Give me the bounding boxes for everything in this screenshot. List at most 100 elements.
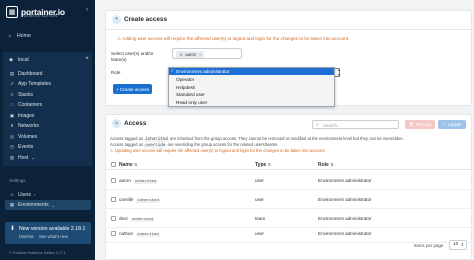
sidebar-item-host[interactable]: ▥ Host ⌄ [9, 153, 35, 162]
chevron-down-icon: ⌄ [31, 155, 35, 160]
row-name: nathan [119, 230, 134, 236]
sidebar: ▦ portainer.io BUSINESS EDITION ‹ ⌂ Home… [0, 0, 95, 260]
search-placeholder: Search... [323, 122, 341, 128]
sidebar-item-environments[interactable]: ▦ Environments ⌄ [9, 201, 55, 210]
option-label: Standard user [176, 92, 205, 97]
column-name[interactable]: Name ⇅ [119, 162, 137, 168]
update-title: New version available 2.18.1 [19, 226, 86, 232]
row-role: Environment administrator [318, 215, 372, 221]
row-checkbox[interactable] [111, 178, 116, 183]
sidebar-item-environment[interactable]: ◆ local [8, 55, 29, 64]
row-type: user [255, 230, 264, 236]
users-icon: ☺ [9, 192, 15, 197]
sidebar-item-images[interactable]: ▣ Images [9, 111, 35, 120]
close-icon[interactable]: × [83, 55, 91, 63]
inherited-tag: inherited [136, 198, 160, 203]
row-checkbox[interactable] [111, 216, 116, 221]
warning-text: Adding user access will require the affe… [122, 36, 350, 41]
row-name: aaron [119, 177, 131, 183]
row-checkbox[interactable] [111, 197, 116, 202]
chevron-left-icon[interactable]: ‹ [83, 6, 91, 14]
trash-icon: 🗑 [408, 121, 415, 127]
role-option-read-only-user[interactable]: Read-only user [169, 99, 334, 106]
layers-icon: ≡ [10, 92, 14, 97]
select-all-checkbox[interactable] [111, 162, 116, 167]
info-warning: ⚠ Updating user access will require the … [110, 148, 326, 153]
settings-section-label: Settings [9, 178, 26, 183]
role-option-standard-user[interactable]: Standard user [169, 91, 334, 98]
role-dropdown-menu: ✓ Environment administrator Operator Help… [168, 67, 335, 107]
info-text: Access tagged as [110, 142, 144, 147]
sidebar-item-label: Volumes [18, 133, 38, 140]
column-type[interactable]: Type ⇅ [255, 162, 271, 168]
sidebar-item-users[interactable]: ☺ Users › [9, 190, 36, 199]
access-title: Access [124, 120, 147, 127]
row-role: Environment administrator [318, 230, 372, 236]
role-option-environment-administrator[interactable]: ✓ Environment administrator [169, 68, 334, 75]
whats-new-link[interactable]: See what's new [39, 234, 68, 239]
docker-icon: ◆ [9, 56, 13, 63]
sidebar-item-label: Containers [18, 101, 43, 108]
row-name: camille [119, 196, 134, 202]
table-row[interactable]: aaron inherited user Environment administ… [105, 171, 473, 190]
warning-text: Updating user access will require the af… [114, 148, 326, 153]
sidebar-item-containers[interactable]: □ Containers [9, 100, 43, 109]
remove-chip-icon[interactable]: × [199, 52, 201, 57]
select-users-label: Select user(s) and/or [111, 51, 154, 56]
column-label: Role [318, 162, 329, 168]
sidebar-item-app-templates[interactable]: ➚ App Templates [9, 79, 51, 88]
column-role[interactable]: Role ⇅ [318, 162, 334, 168]
network-icon: ⋔ [10, 122, 14, 128]
rocket-icon: ➚ [10, 80, 14, 86]
dismiss-link[interactable]: Dismiss [19, 234, 34, 239]
option-label: Read-only user [176, 99, 208, 105]
sidebar-item-label: Dashboard [18, 70, 43, 77]
users-teams-select[interactable]: ☺ aaron × [172, 48, 242, 59]
divider [105, 29, 472, 30]
row-type: team [255, 215, 266, 221]
sidebar-item-events[interactable]: ◷ Events [9, 142, 33, 151]
sidebar-item-volumes[interactable]: ◎ Volumes [9, 132, 37, 141]
role-option-helpdesk[interactable]: Helpdesk [169, 84, 334, 91]
search-input[interactable]: ⌕ Search... [312, 120, 399, 129]
remove-label: Remove [415, 122, 432, 127]
row-role: Environment administrator [318, 177, 372, 183]
remove-button[interactable]: 🗑 Remove [405, 120, 435, 129]
select-arrows-icon[interactable]: ▴ ▾ [336, 67, 342, 77]
row-role: Environment administrator [318, 196, 372, 202]
update-notification: ⬇ New version available 2.18.1 Dismiss S… [5, 222, 91, 244]
home-icon: ⌂ [8, 32, 12, 39]
sidebar-item-dashboard[interactable]: ▤ Dashboard [9, 69, 43, 78]
check-icon: ✓ [170, 68, 175, 73]
sidebar-item-stacks[interactable]: ≡ Stacks [9, 90, 33, 99]
chevron-right-icon: › [34, 192, 36, 197]
role-label: Role [111, 70, 121, 75]
database-icon: ◎ [9, 133, 14, 139]
selected-user-chip[interactable]: ☺ aaron × [176, 51, 205, 58]
sort-icon: ⇅ [134, 162, 138, 167]
sidebar-item-label: Environments [18, 202, 49, 208]
sort-icon: ⇅ [330, 162, 334, 167]
role-option-operator[interactable]: Operator [169, 76, 334, 83]
items-per-page-select[interactable]: 10 ⇕ [449, 240, 467, 250]
sort-icon: ⇅ [267, 162, 272, 167]
select-users-label-2: team(s) [111, 57, 127, 62]
chevron-down-icon: ⌄ [51, 202, 55, 208]
sidebar-item-networks[interactable]: ⋔ Networks [9, 121, 39, 130]
table-row[interactable]: camille inherited user Environment admini… [105, 190, 473, 209]
select-arrows-icon: ⇕ [460, 242, 464, 247]
update-button[interactable]: ✓ Update [438, 120, 466, 129]
column-label: Type [255, 162, 267, 168]
row-name: devt [119, 215, 128, 221]
chip-label: aaron [185, 52, 196, 57]
table-row[interactable]: nathan inherited user Environment adminis… [105, 224, 473, 243]
create-access-button[interactable]: + Create access [113, 84, 152, 94]
option-label: Operator [176, 77, 195, 82]
info-text: Access tagged as [110, 136, 144, 141]
sidebar-item-label: Home [17, 32, 31, 39]
sidebar-item-home[interactable]: ⌂ Home [7, 31, 31, 40]
row-checkbox[interactable] [111, 231, 116, 236]
sidebar-item-label: Users [18, 191, 32, 198]
footer-version: © Portainer Business Edition 2.17.1 [9, 251, 66, 255]
create-access-warning: ⚠ Adding user access will require the af… [117, 36, 349, 42]
